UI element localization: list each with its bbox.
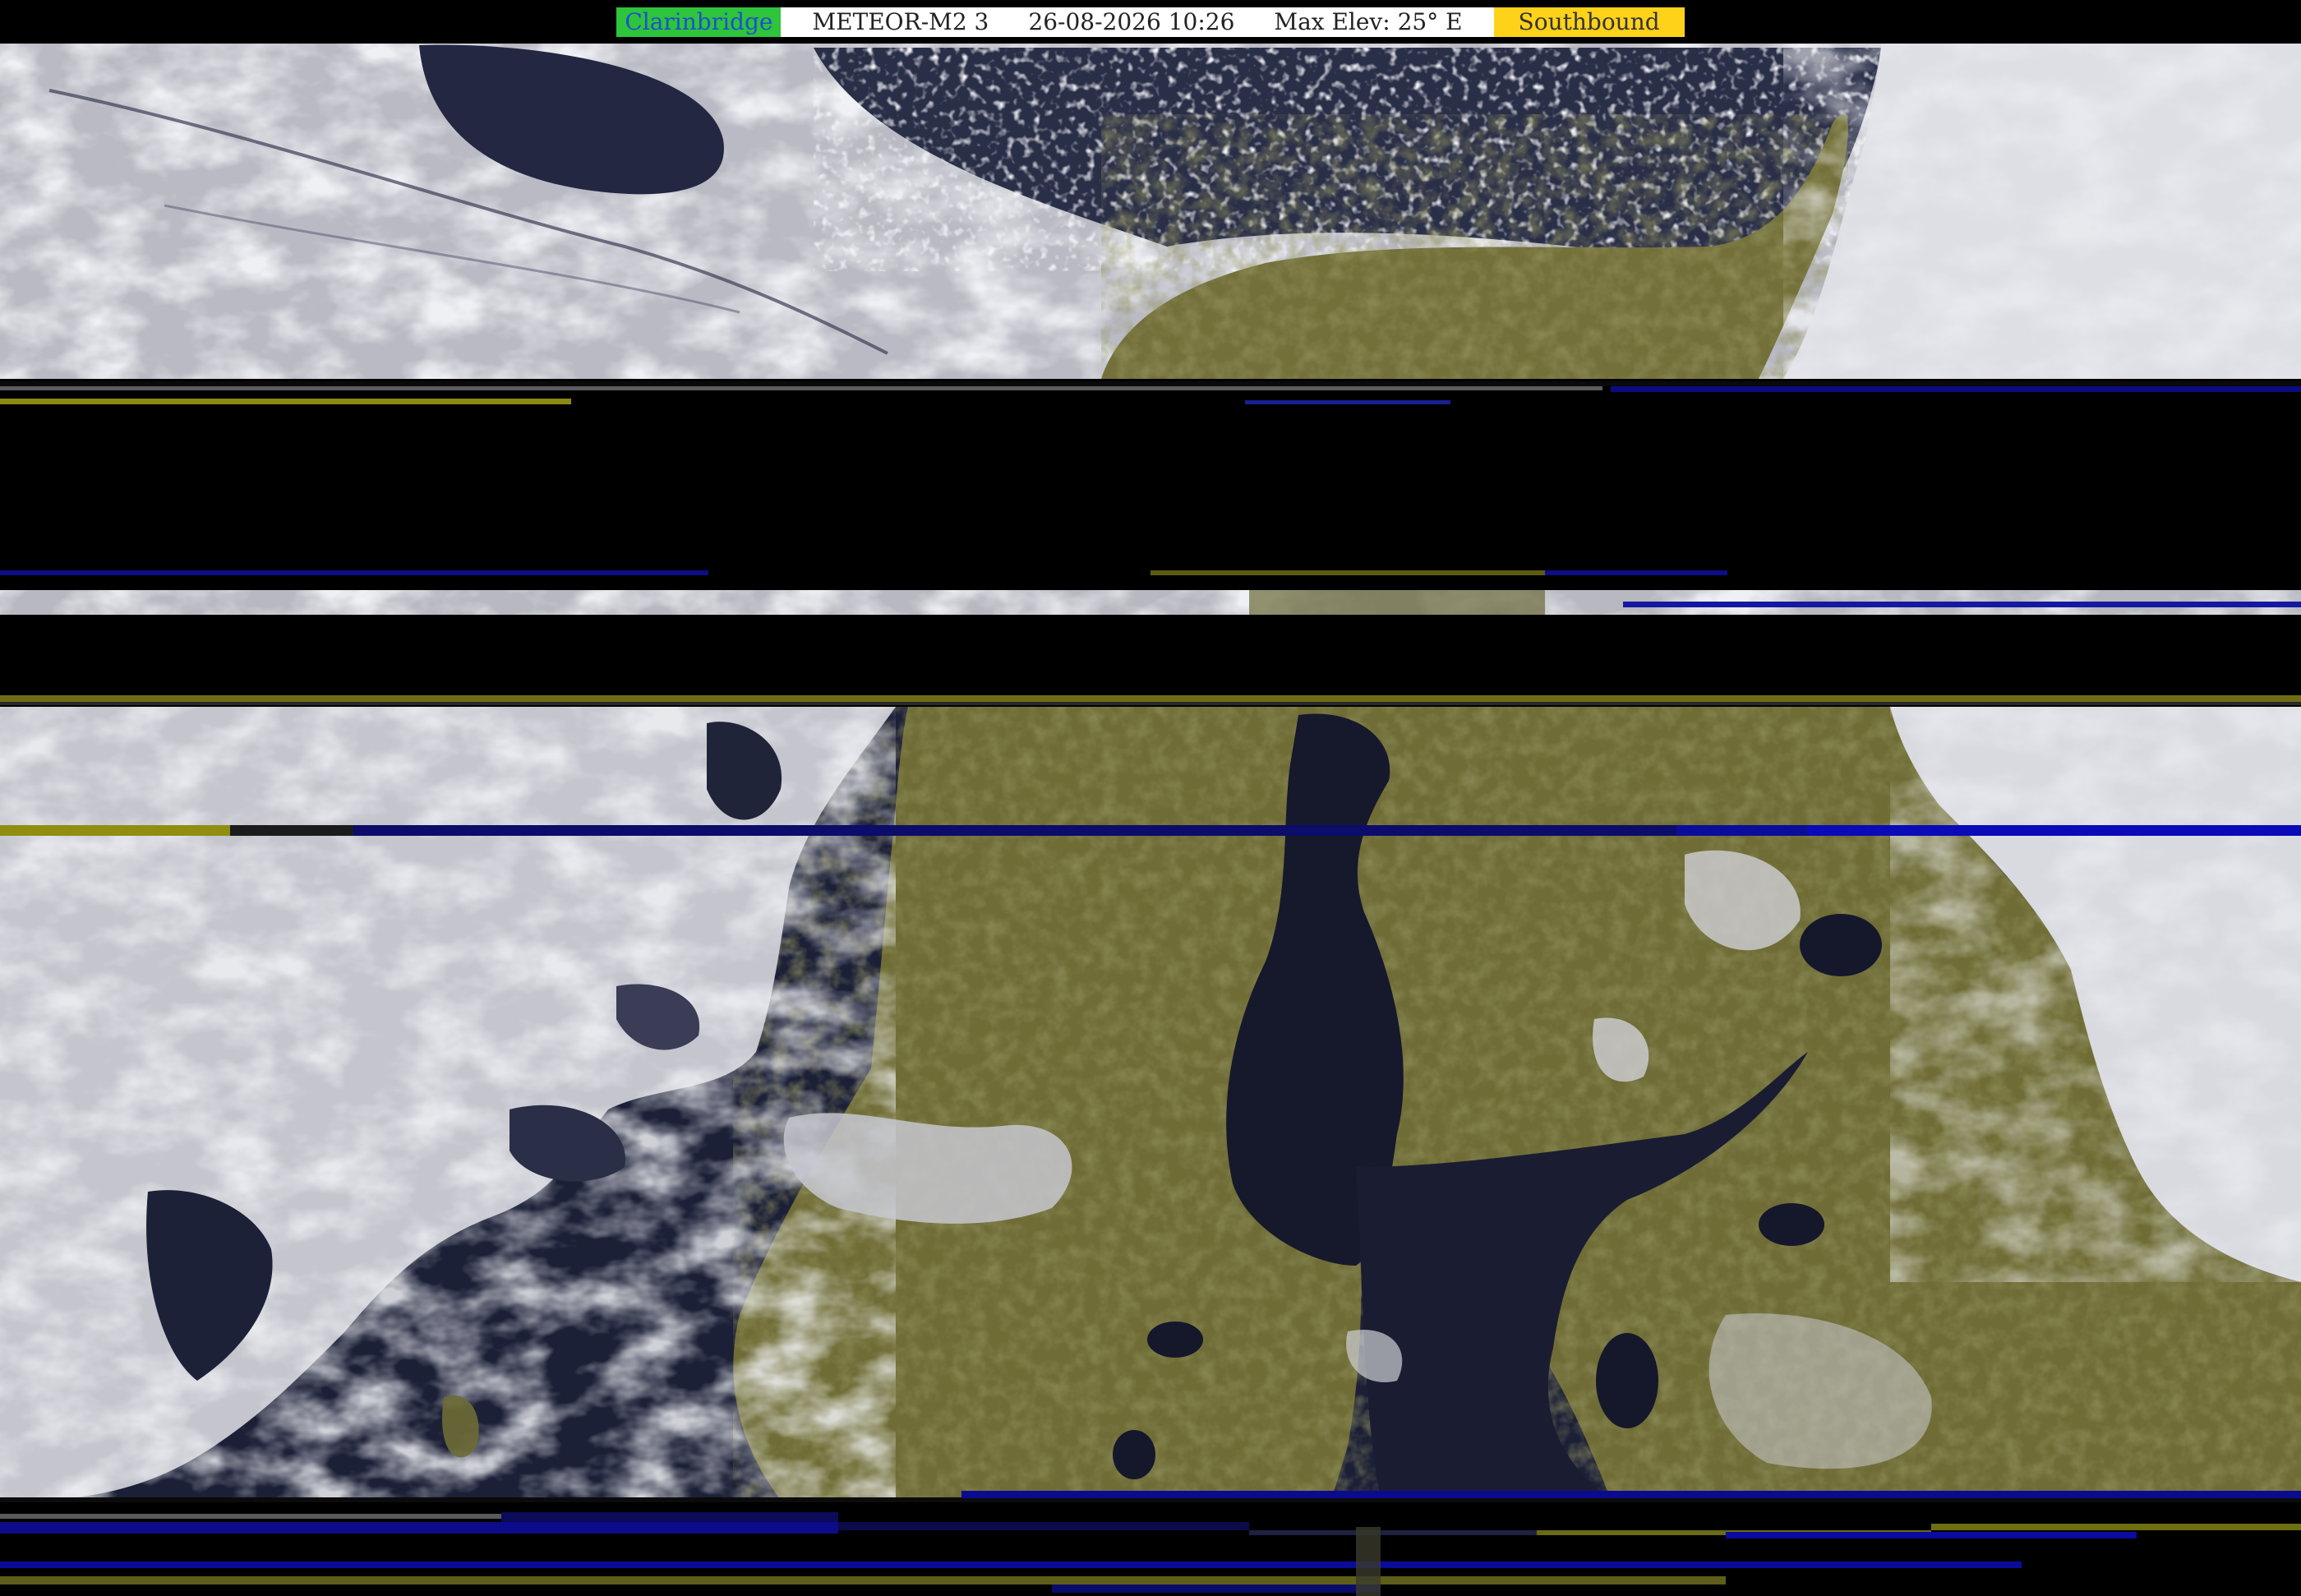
pass-details: METEOR-M2 3 26-08-2026 10:26 Max Elev: 2… — [781, 7, 1494, 37]
image-strip-top — [0, 44, 2301, 379]
max-elevation: Max Elev: 25° E — [1274, 7, 1463, 35]
direction-badge: Southbound — [1493, 7, 1685, 37]
station-label: Clarinbridge — [616, 7, 782, 37]
pass-info-bar: Clarinbridge METEOR-M2 3 26-08-2026 10:2… — [0, 0, 2301, 44]
satellite-name: METEOR-M2 3 — [812, 7, 989, 35]
pass-datetime: 26-08-2026 10:26 — [1028, 7, 1235, 35]
satellite-image — [0, 0, 2301, 1596]
